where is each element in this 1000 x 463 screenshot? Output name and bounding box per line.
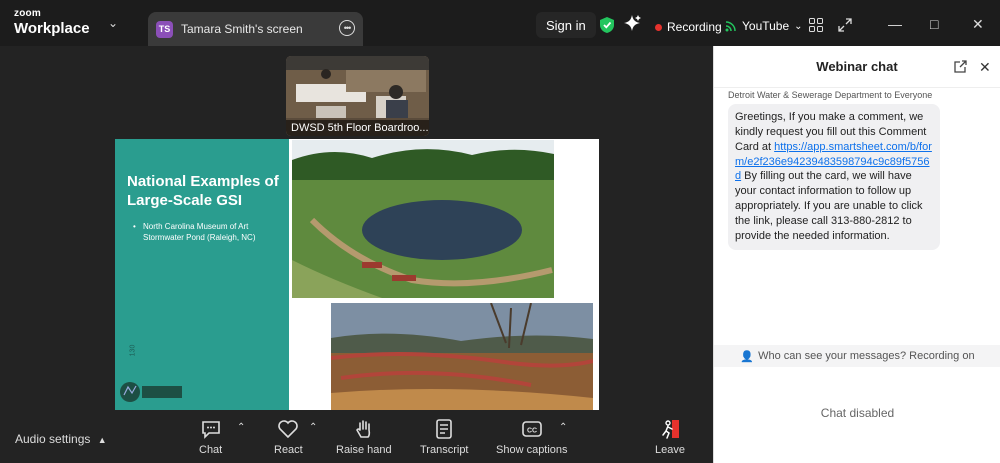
message-sender: Detroit Water & Sewerage Department to E… xyxy=(728,90,933,100)
slide-title: National Examples of Large-Scale GSI xyxy=(127,173,279,209)
chat-button[interactable]: Chat xyxy=(199,418,222,456)
react-button[interactable]: React xyxy=(274,418,303,456)
chevron-down-icon[interactable]: ⌄ xyxy=(108,16,118,30)
hand-icon xyxy=(355,420,370,438)
chat-message: Greetings, If you make a comment, we kin… xyxy=(728,104,940,250)
transcript-button[interactable]: Transcript xyxy=(420,418,469,456)
zoom-logo[interactable]: zoom Workplace xyxy=(14,8,90,37)
maximize-icon[interactable]: □ xyxy=(930,16,938,32)
person-icon: 👤 xyxy=(740,350,755,363)
title-bar: zoom Workplace ⌄ TS Tamara Smith's scree… xyxy=(0,0,1000,46)
recording-label: Recording xyxy=(667,20,722,34)
leave-icon xyxy=(662,420,679,439)
webinar-chat-panel: Webinar chat ✕ Detroit Water & Sewerage … xyxy=(713,46,1000,463)
more-options-icon[interactable]: ••• xyxy=(339,20,355,36)
heart-icon xyxy=(278,420,299,439)
transcript-icon xyxy=(436,419,453,439)
shared-screen-label: Tamara Smith's screen xyxy=(181,22,303,36)
raise-hand-button[interactable]: Raise hand xyxy=(336,418,392,456)
avatar: TS xyxy=(156,20,173,38)
shared-content-area: DWSD 5th Floor Boardroo... National Exam… xyxy=(0,46,713,410)
broadcast-icon xyxy=(725,21,736,32)
zoom-window: zoom Workplace ⌄ TS Tamara Smith's scree… xyxy=(0,0,1000,463)
popout-icon[interactable] xyxy=(954,60,967,73)
recording-indicator[interactable]: Recording xyxy=(655,20,722,34)
audio-settings-label: Audio settings xyxy=(15,432,91,446)
raise-hand-label: Raise hand xyxy=(336,444,392,456)
leave-button[interactable]: Leave xyxy=(655,418,685,456)
sign-in-button[interactable]: Sign in xyxy=(536,12,596,38)
youtube-label: YouTube xyxy=(742,19,790,33)
chevron-up-icon: ▲ xyxy=(97,435,107,445)
chevron-up-icon[interactable]: ⌃ xyxy=(559,422,567,433)
message-text-continued: By filling out the card, we will have yo… xyxy=(735,170,923,242)
close-chat-icon[interactable]: ✕ xyxy=(979,59,991,76)
brand-bottom: Workplace xyxy=(14,20,90,37)
minimize-icon[interactable]: — xyxy=(888,16,902,32)
view-grid-icon[interactable] xyxy=(809,18,823,32)
who-can-see-label: Who can see your messages? Recording on xyxy=(758,350,975,362)
meeting-toolbar: Audio settings ▲ Chat ⌃ React ⌃ Raise ha… xyxy=(0,410,713,463)
chat-label: Chat xyxy=(199,444,223,456)
chat-icon xyxy=(201,421,220,439)
audio-settings-button[interactable]: Audio settings ▲ xyxy=(15,432,107,446)
transcript-label: Transcript xyxy=(420,444,469,456)
brand-top: zoom xyxy=(14,8,41,19)
captions-icon: CC xyxy=(521,421,542,437)
svg-text:CC: CC xyxy=(527,428,537,435)
ai-companion-sparkle-icon[interactable] xyxy=(624,15,641,32)
close-window-icon[interactable]: ✕ xyxy=(972,16,984,33)
shared-screen-tab[interactable]: TS Tamara Smith's screen ••• xyxy=(148,12,363,46)
security-shield-icon[interactable] xyxy=(600,17,614,33)
fullscreen-icon[interactable] xyxy=(838,18,852,32)
livestream-youtube-menu[interactable]: YouTube ⌄ xyxy=(725,19,803,33)
slide-bullet: North Carolina Museum of Art Stormwater … xyxy=(133,221,283,243)
terraced-gardens-photo xyxy=(331,303,593,410)
slide-page-number: 130 xyxy=(129,344,137,357)
participant-name: DWSD 5th Floor Boardroo... xyxy=(286,120,429,136)
slide-title-panel: National Examples of Large-Scale GSI Nor… xyxy=(115,139,289,410)
pond-aerial-photo xyxy=(292,140,554,298)
chevron-up-icon[interactable]: ⌃ xyxy=(237,422,245,433)
show-captions-button[interactable]: CC Show captions xyxy=(496,418,568,456)
dwsd-logo-icon xyxy=(120,382,182,402)
react-label: React xyxy=(274,444,303,456)
participant-video-thumbnail[interactable]: DWSD 5th Floor Boardroo... xyxy=(286,56,429,136)
chat-disabled-notice: Chat disabled xyxy=(820,406,895,420)
presentation-slide: National Examples of Large-Scale GSI Nor… xyxy=(115,139,599,410)
chevron-up-icon[interactable]: ⌃ xyxy=(309,422,317,433)
recording-dot-icon xyxy=(655,23,662,31)
who-can-see-messages[interactable]: 👤 Who can see your messages? Recording o… xyxy=(714,345,1000,367)
leave-label: Leave xyxy=(655,444,685,456)
chevron-down-icon: ⌄ xyxy=(794,20,803,32)
captions-label: Show captions xyxy=(496,444,568,456)
